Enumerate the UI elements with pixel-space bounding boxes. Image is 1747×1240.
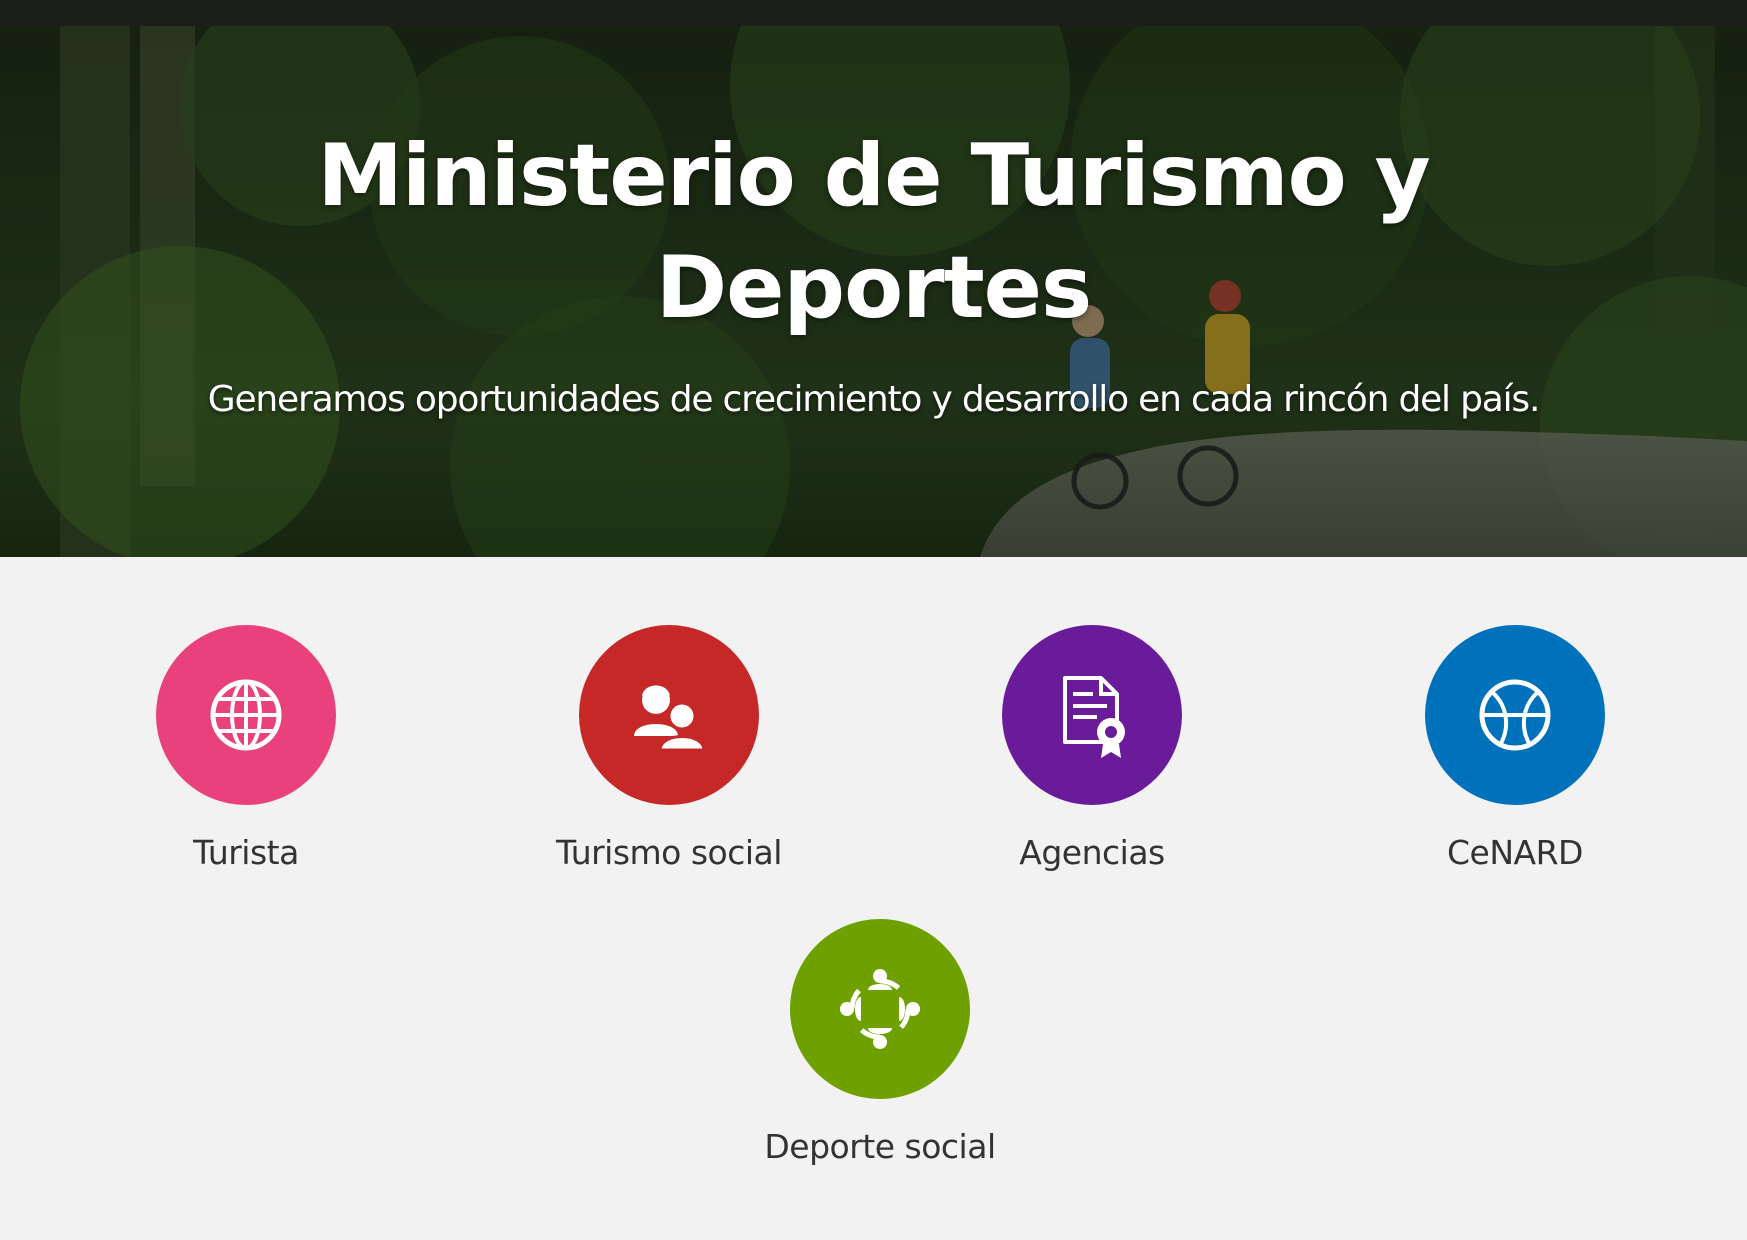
people-icon — [634, 685, 706, 752]
shortcut-turista-circle — [156, 625, 336, 805]
basketball-icon — [1479, 679, 1551, 751]
shortcut-cenard-circle — [1425, 625, 1605, 805]
community-circle-icon — [840, 969, 920, 1049]
shortcut-deporte-social-label: Deporte social — [764, 1127, 996, 1166]
shortcut-turismo-social-label: Turismo social — [556, 833, 782, 872]
shortcut-turismo-social-circle — [579, 625, 759, 805]
shortcut-deporte-social[interactable]: Deporte social — [700, 919, 1060, 1179]
shortcut-turista-label: Turista — [193, 833, 299, 872]
page-subtitle: Generamos oportunidades de crecimiento y… — [207, 379, 1541, 420]
shortcut-deporte-social-circle — [790, 919, 970, 1099]
certificate-icon — [1063, 676, 1125, 758]
shortcut-turismo-social[interactable]: Turismo social — [489, 625, 849, 885]
page-title: Ministerio de Turismo y Deportes — [0, 120, 1747, 344]
shortcut-cenard-label: CeNARD — [1447, 833, 1583, 872]
shortcut-agencias-label: Agencias — [1019, 833, 1165, 872]
shortcut-agencias-circle — [1002, 625, 1182, 805]
page-title-line-2: Deportes — [655, 238, 1092, 338]
shortcut-agencias[interactable]: Agencias — [912, 625, 1272, 885]
shortcuts-section: Turista Turismo social Agencias CeNARD D… — [0, 557, 1747, 1240]
hero-banner: Ministerio de Turismo y Deportes Generam… — [0, 26, 1747, 557]
globe-icon — [210, 679, 282, 751]
page-title-line-1: Ministerio de Turismo y — [317, 126, 1430, 226]
shortcut-cenard[interactable]: CeNARD — [1335, 625, 1695, 885]
shortcut-turista[interactable]: Turista — [66, 625, 426, 885]
top-bar — [0, 0, 1747, 26]
